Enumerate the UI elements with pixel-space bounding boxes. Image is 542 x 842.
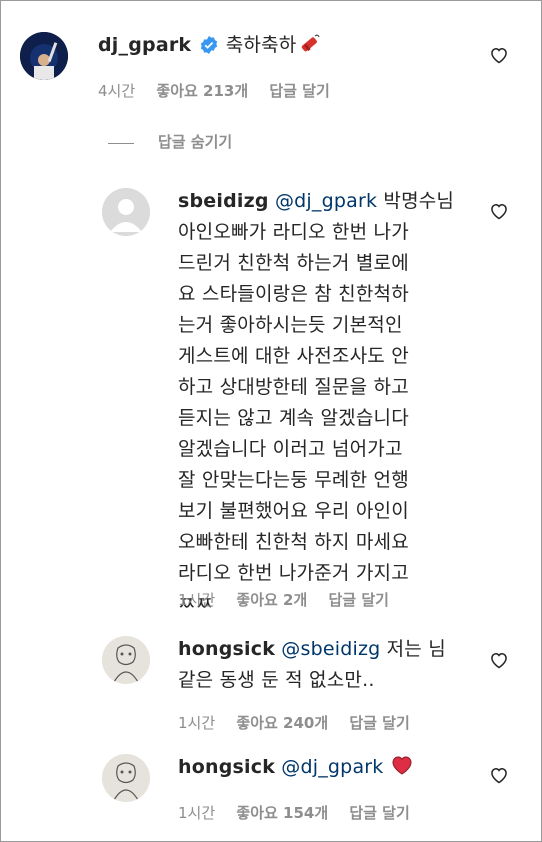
- comment-1-body: dj_gpark 축하축하: [98, 30, 322, 64]
- timestamp: 1시간: [178, 591, 216, 609]
- comment-1-meta: 4시간 좋아요 213개 답글 달기: [98, 80, 346, 101]
- comment-line: 게스트에 대한 사전조사도 안: [178, 345, 409, 367]
- avatar-hongsick[interactable]: [102, 754, 150, 802]
- mention-link[interactable]: @sbeidizg: [281, 638, 380, 660]
- comment-line: hongsick @sbeidizg 저는 님: [178, 634, 446, 665]
- username[interactable]: hongsick: [178, 638, 275, 660]
- likes-count[interactable]: 좋아요 240개: [236, 714, 328, 732]
- reply-button[interactable]: 답글 달기: [349, 714, 409, 732]
- like-heart-icon[interactable]: [489, 650, 509, 670]
- hide-replies-button[interactable]: 답글 숨기기: [158, 131, 232, 152]
- comment-line: 같은 동생 둔 적 없소만..: [178, 669, 375, 691]
- comment-3-meta: 1시간 좋아요 240개 답글 달기: [178, 712, 426, 733]
- comment-text: 박명수님: [377, 190, 455, 212]
- avatar-sbeidizg[interactable]: [102, 188, 150, 236]
- comment-line: 아인오빠가 라디오 한번 나가: [178, 221, 409, 243]
- comment-line: 요 스타들이랑은 참 친한척하: [178, 283, 409, 305]
- comment-line: 오빠한테 친한척 하지 마세요: [178, 531, 409, 553]
- username[interactable]: dj_gpark: [98, 34, 191, 56]
- comment-line: 하고 상대방한테 질문을 하고: [178, 376, 409, 398]
- mention-link[interactable]: @dj_gpark: [275, 190, 377, 212]
- avatar-hongsick[interactable]: [102, 636, 150, 684]
- comment-4-meta: 1시간 좋아요 154개 답글 달기: [178, 802, 426, 823]
- comment-text: 축하축하: [225, 34, 297, 56]
- comment-text: 저는 님: [380, 638, 446, 660]
- username[interactable]: sbeidizg: [178, 190, 269, 212]
- comment-line: 잘 안맞는다는둥 무례한 언행: [178, 469, 409, 491]
- like-heart-icon[interactable]: [489, 45, 509, 65]
- hide-replies-line: [108, 143, 134, 144]
- comment-line: 드린거 친한척 하는거 별로에: [178, 252, 409, 274]
- firecracker-icon: [298, 32, 322, 64]
- avatar-dj-gpark[interactable]: [20, 32, 68, 80]
- comment-line: 는거 좋아하시는듯 기본적인: [178, 314, 403, 336]
- comment-2-meta: 1시간 좋아요 2개 답글 달기: [178, 589, 405, 610]
- timestamp: 1시간: [178, 714, 216, 732]
- mention-link[interactable]: @dj_gpark: [281, 756, 383, 778]
- verified-badge-icon: [200, 33, 218, 64]
- reply-button[interactable]: 답글 달기: [269, 82, 329, 100]
- username[interactable]: hongsick: [178, 756, 275, 778]
- comment-line: sbeidizg @dj_gpark 박명수님: [178, 186, 478, 217]
- timestamp: 1시간: [178, 804, 216, 822]
- reply-button[interactable]: 답글 달기: [329, 591, 389, 609]
- likes-count[interactable]: 좋아요 213개: [156, 82, 248, 100]
- timestamp: 4시간: [98, 82, 136, 100]
- comment-2-body: sbeidizg @dj_gpark 박명수님 아인오빠가 라디오 한번 나가 …: [178, 186, 478, 620]
- likes-count[interactable]: 좋아요 2개: [236, 591, 307, 609]
- likes-count[interactable]: 좋아요 154개: [236, 804, 328, 822]
- like-heart-icon[interactable]: [489, 765, 509, 785]
- comment-line: 듣지는 않고 계속 알겠습니다: [178, 407, 409, 429]
- comment-4-body: hongsick @dj_gpark: [178, 752, 414, 786]
- comment-line: 보기 불편했어요 우리 아인이: [178, 500, 409, 522]
- comment-line: 알겠습니다 이러고 넘어가고: [178, 438, 403, 460]
- reply-button[interactable]: 답글 달기: [349, 804, 409, 822]
- comment-line: 라디오 한번 나가준거 가지고: [178, 562, 409, 584]
- red-heart-icon: [390, 754, 414, 786]
- comment-3-body: hongsick @sbeidizg 저는 님 같은 동생 둔 적 없소만..: [178, 634, 446, 696]
- like-heart-icon[interactable]: [489, 201, 509, 221]
